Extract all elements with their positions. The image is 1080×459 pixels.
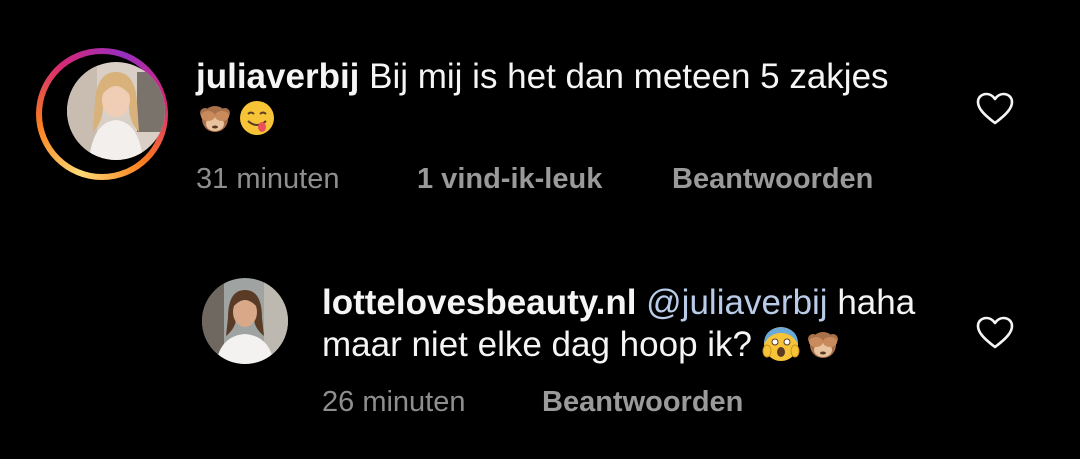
avatar[interactable] [67, 62, 165, 160]
see-no-evil-monkey-icon [196, 99, 234, 137]
reply-button[interactable]: Beantwoorden [672, 163, 873, 196]
heart-icon[interactable] [976, 316, 1014, 350]
comment-text: juliaverbij Bij mij is het dan meteen 5 … [196, 56, 956, 140]
comment-item: juliaverbij Bij mij is het dan meteen 5 … [0, 0, 1080, 230]
face-screaming-in-fear-icon [762, 325, 800, 363]
mention-link[interactable]: @juliaverbij [646, 283, 827, 322]
comment-body-line2: maar niet elke dag hoop ik? [322, 325, 762, 364]
comment-username[interactable]: juliaverbij [196, 57, 359, 96]
comment-body: Bij mij is het dan meteen 5 zakjes [359, 57, 889, 96]
comment-text: lottelovesbeauty.nl @juliaverbij haha ma… [322, 282, 962, 366]
comment-body-line1: haha [827, 283, 916, 322]
likes-count-link[interactable]: 1 vind-ik-leuk [417, 163, 602, 196]
heart-icon[interactable] [976, 92, 1014, 126]
avatar[interactable] [202, 278, 288, 364]
comment-timestamp: 31 minuten [196, 163, 340, 195]
comment-timestamp: 26 minuten [322, 386, 466, 418]
face-savoring-food-icon [238, 99, 276, 137]
comment-item: lottelovesbeauty.nl @juliaverbij haha ma… [0, 230, 1080, 459]
see-no-evil-monkey-icon [804, 325, 842, 363]
reply-button[interactable]: Beantwoorden [542, 386, 743, 419]
comment-username[interactable]: lottelovesbeauty.nl [322, 283, 636, 322]
